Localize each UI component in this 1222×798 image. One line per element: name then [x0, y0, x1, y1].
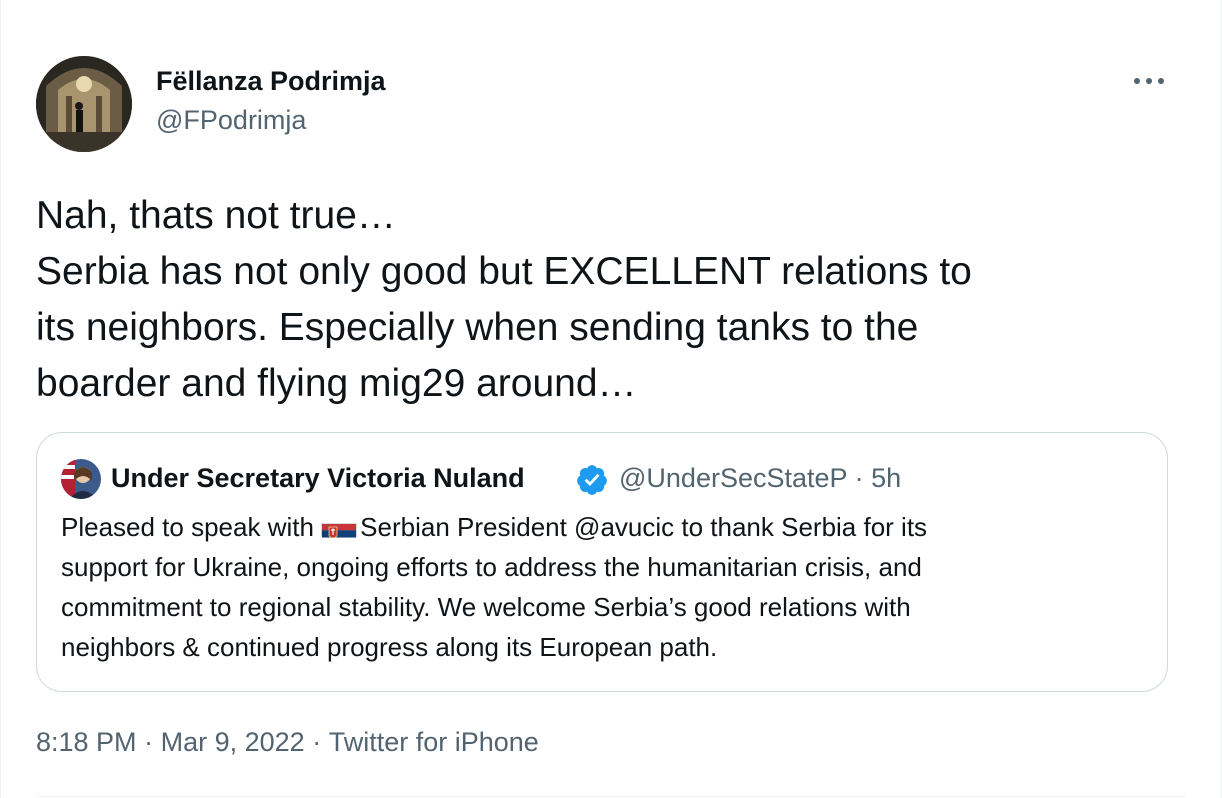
- quoted-author-handle[interactable]: @UnderSecStateP: [619, 463, 847, 493]
- tweet-date[interactable]: Mar 9, 2022: [161, 727, 305, 758]
- tweet-text-line: its neighbors. Especially when sending t…: [36, 306, 919, 349]
- more-options-button[interactable]: [1129, 66, 1169, 96]
- quoted-tweet-text: Pleased to speak with Serbian President …: [61, 507, 1141, 667]
- meta-separator: ·: [144, 727, 154, 757]
- quoted-text-line: commitment to regional stability. We wel…: [61, 592, 911, 622]
- tweet-text-line: boarder and flying mig29 around…: [36, 362, 637, 405]
- author-handle[interactable]: @FPodrimja: [156, 105, 306, 136]
- quoted-text-line: Serbian President @avucic to thank Serbi…: [360, 512, 928, 542]
- meta-separator: ·: [312, 727, 322, 757]
- serbia-flag-icon: [321, 516, 358, 538]
- more-horizontal-icon: [1134, 78, 1164, 84]
- tweet-time[interactable]: 8:18 PM: [36, 727, 137, 758]
- quoted-meta: @UnderSecStateP · 5h: [619, 463, 901, 494]
- author-avatar[interactable]: [36, 56, 132, 152]
- quoted-text-line-first: Pleased to speak with Serbian President …: [61, 507, 1141, 547]
- author-name[interactable]: Fëllanza Podrimja: [156, 66, 386, 97]
- quoted-tweet[interactable]: Under Secretary Victoria Nuland @UnderSe…: [36, 432, 1168, 692]
- divider: [36, 796, 1186, 797]
- tweet-text-line: Nah, thats not true…: [36, 194, 396, 237]
- tweet-text: Nah, thats not true… Serbia has not only…: [36, 188, 1186, 412]
- quoted-meta-separator: ·: [854, 463, 864, 493]
- tweet-meta: 8:18 PM · Mar 9, 2022 · Twitter for iPho…: [36, 727, 539, 758]
- tweet-text-line: Serbia has not only good but EXCELLENT r…: [36, 250, 972, 293]
- quoted-text-line: neighbors & continued progress along its…: [61, 632, 718, 662]
- quoted-author-avatar[interactable]: [61, 459, 101, 499]
- tweet-source[interactable]: Twitter for iPhone: [329, 727, 539, 758]
- verified-badge-icon: [577, 465, 607, 495]
- quoted-author-name[interactable]: Under Secretary Victoria Nuland: [111, 463, 525, 494]
- tweet-card: Fëllanza Podrimja @FPodrimja Nah, thats …: [0, 0, 1222, 798]
- quoted-text-line: support for Ukraine, ongoing efforts to …: [61, 552, 922, 582]
- quoted-text-line: Pleased to speak with: [61, 512, 322, 542]
- quoted-tweet-age[interactable]: 5h: [871, 463, 901, 493]
